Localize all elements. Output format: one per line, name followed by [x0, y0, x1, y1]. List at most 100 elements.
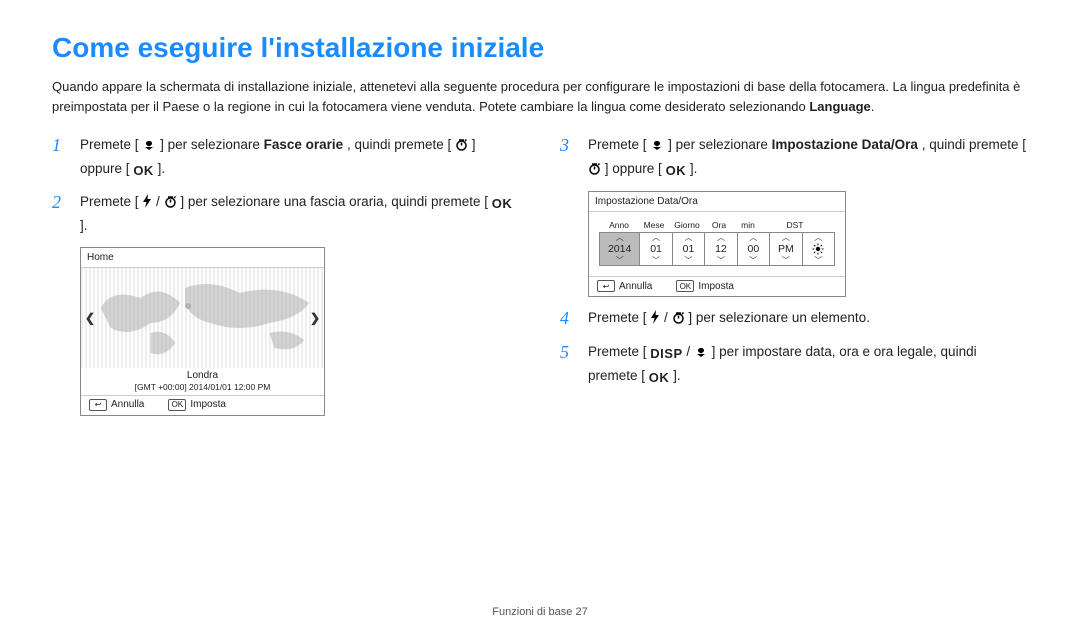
value-giorno: 01	[673, 242, 704, 256]
text: ].	[673, 368, 681, 383]
ok-key: OK	[666, 161, 687, 182]
date-spinner-row: ︿ 2014 ﹀ ︿ 01 ﹀ ︿ 01 ﹀ ︿	[589, 232, 845, 276]
chevron-down-icon: ﹀	[803, 256, 834, 265]
value-ora: 12	[705, 242, 736, 256]
spinner-giorno[interactable]: ︿ 01 ﹀	[672, 232, 705, 266]
text: Premete [	[80, 137, 139, 152]
step-number: 3	[560, 134, 578, 181]
text: ] per selezionare	[160, 137, 264, 152]
fasce-orarie-bold: Fasce orarie	[264, 137, 344, 152]
text: ] per selezionare una fascia oraria, qui…	[180, 194, 488, 209]
text: ].	[80, 218, 88, 233]
chevron-up-icon: ︿	[705, 233, 736, 242]
chevron-down-icon: ﹀	[738, 256, 769, 265]
chevron-down-icon: ﹀	[705, 256, 736, 265]
left-column: 1 Premete [ ] per selezionare Fasce orar…	[52, 134, 520, 416]
impostazione-bold: Impostazione Data/Ora	[772, 137, 918, 152]
flash-icon	[142, 193, 152, 215]
value-min: 00	[738, 242, 769, 256]
spinner-anno[interactable]: ︿ 2014 ﹀	[599, 232, 640, 266]
timer-icon	[164, 193, 177, 215]
spinner-dst[interactable]: ︿ ﹀	[802, 232, 835, 266]
ok-key-small: OK	[168, 399, 186, 411]
macro-down-icon	[142, 136, 156, 158]
macro-down-icon	[650, 136, 664, 158]
chevron-down-icon: ﹀	[673, 256, 704, 265]
back-icon: ↩	[89, 399, 107, 411]
step-number: 2	[52, 191, 70, 236]
spinner-mese[interactable]: ︿ 01 ﹀	[639, 232, 672, 266]
ok-key-small: OK	[676, 280, 694, 292]
label-anno: Anno	[599, 220, 639, 230]
chevron-up-icon: ︿	[770, 233, 801, 242]
screen-title: Home	[81, 248, 324, 268]
intro-end: .	[871, 99, 875, 114]
chevron-left-icon[interactable]: ❮	[85, 311, 95, 325]
label-dst: DST	[763, 220, 831, 230]
right-column: 3 Premete [ ] per selezionare Impostazio…	[560, 134, 1028, 416]
text: ] per impostare data, ora e ora legale, …	[588, 344, 977, 383]
step-number: 4	[560, 307, 578, 331]
sun-icon	[803, 242, 834, 256]
ok-key: OK	[133, 161, 154, 182]
cancel-button[interactable]: ↩ Annulla	[89, 399, 144, 411]
text: ].	[158, 161, 166, 176]
set-button[interactable]: OK Imposta	[168, 399, 226, 411]
screen-map: ❮ ❯	[81, 268, 324, 368]
flash-icon	[650, 309, 660, 331]
macro-down-icon	[694, 343, 708, 365]
screen-city: Londra	[81, 368, 324, 382]
chevron-up-icon: ︿	[640, 233, 671, 242]
cancel-button[interactable]: ↩ Annulla	[597, 280, 652, 292]
spinner-ora[interactable]: ︿ 12 ﹀	[704, 232, 737, 266]
set-label: Imposta	[698, 281, 734, 292]
cancel-label: Annulla	[111, 399, 144, 410]
label-mese: Mese	[639, 220, 669, 230]
screen-title: Impostazione Data/Ora	[589, 192, 845, 212]
camera-screen-timezone: Home ❮ ❯ Londra [GMT +00:00] 2014/01/01 …	[80, 247, 325, 416]
camera-screen-datetime: Impostazione Data/Ora Anno Mese Giorno O…	[588, 191, 846, 297]
text: , quindi premete [	[347, 137, 451, 152]
text: ] per selezionare un elemento.	[688, 310, 870, 325]
chevron-up-icon: ︿	[803, 233, 834, 242]
chevron-down-icon: ﹀	[770, 256, 801, 265]
spinner-min[interactable]: ︿ 00 ﹀	[737, 232, 770, 266]
ok-key: OK	[649, 368, 670, 389]
text: Premete [	[588, 344, 647, 359]
step-number: 5	[560, 341, 578, 389]
date-labels: Anno Mese Giorno Ora min DST	[589, 212, 845, 232]
label-giorno: Giorno	[669, 220, 705, 230]
intro-paragraph: Quando appare la schermata di installazi…	[52, 77, 1028, 116]
page-title: Come eseguire l'installazione iniziale	[52, 32, 1028, 64]
chevron-right-icon[interactable]: ❯	[310, 311, 320, 325]
step-4: 4 Premete [ / ] per selezionare un eleme…	[560, 307, 1028, 331]
set-button[interactable]: OK Imposta	[676, 280, 734, 292]
cancel-label: Annulla	[619, 281, 652, 292]
back-icon: ↩	[597, 280, 615, 292]
disp-key: DISP	[650, 344, 682, 365]
step-3: 3 Premete [ ] per selezionare Impostazio…	[560, 134, 1028, 181]
spinner-ampm[interactable]: ︿ PM ﹀	[769, 232, 802, 266]
text: ] oppure [	[605, 161, 662, 176]
chevron-up-icon: ︿	[738, 233, 769, 242]
value-ampm: PM	[770, 242, 801, 256]
text: Premete [	[588, 137, 647, 152]
text: , quindi premete [	[922, 137, 1026, 152]
label-ora: Ora	[705, 220, 733, 230]
world-map-icon	[81, 268, 324, 368]
intro-text: Quando appare la schermata di installazi…	[52, 79, 1020, 114]
step-2: 2 Premete [ / ] per selezionare una fasc…	[52, 191, 520, 236]
text: ] per selezionare	[668, 137, 772, 152]
text: Premete [	[80, 194, 139, 209]
value-mese: 01	[640, 242, 671, 256]
ok-key: OK	[492, 194, 513, 215]
chevron-up-icon: ︿	[600, 233, 639, 242]
chevron-up-icon: ︿	[673, 233, 704, 242]
page-footer: Funzioni di base 27	[0, 606, 1080, 618]
step-1: 1 Premete [ ] per selezionare Fasce orar…	[52, 134, 520, 181]
chevron-down-icon: ﹀	[640, 256, 671, 265]
set-label: Imposta	[190, 399, 226, 410]
screen-gmt: [GMT +00:00] 2014/01/01 12:00 PM	[81, 382, 324, 395]
label-min: min	[733, 220, 763, 230]
timer-icon	[588, 160, 601, 182]
